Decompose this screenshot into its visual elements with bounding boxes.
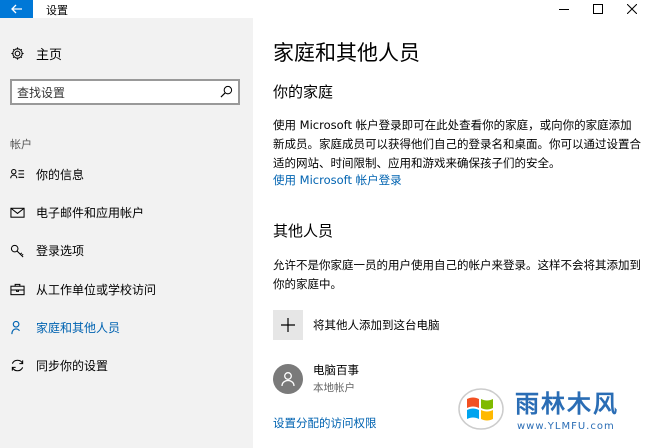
key-icon <box>10 244 23 257</box>
local-user-entry[interactable]: 电脑百事 本地帐户 <box>273 362 359 395</box>
maximize-button[interactable] <box>581 0 615 18</box>
user-info-icon <box>9 168 24 178</box>
minimize-button[interactable] <box>547 0 581 18</box>
window-title: 设置 <box>46 4 68 17</box>
person-icon <box>10 320 20 334</box>
sidebar-item-your-info[interactable]: 你的信息 <box>0 159 253 189</box>
windows-logo-icon <box>458 388 504 430</box>
title-bar: 设置 <box>0 0 649 18</box>
sidebar: 主页 帐户 你的信息 电子邮件和应用帐户 登录选项 从工作单位或学校访问 家庭和… <box>0 18 253 448</box>
others-heading: 其他人员 <box>273 222 334 240</box>
family-heading: 你的家庭 <box>273 83 334 101</box>
mail-icon <box>9 207 25 218</box>
sidebar-item-label: 电子邮件和应用帐户 <box>36 206 145 220</box>
sidebar-item-sign-in-options[interactable]: 登录选项 <box>0 235 253 265</box>
sidebar-item-work-school[interactable]: 从工作单位或学校访问 <box>0 274 253 304</box>
home-link[interactable]: 主页 <box>10 44 62 63</box>
avatar <box>273 363 303 394</box>
sidebar-item-label: 登录选项 <box>36 244 85 258</box>
watermark-url: www.YLMFU.com <box>517 421 615 432</box>
search-box[interactable] <box>10 79 240 105</box>
user-avatar-icon <box>281 371 295 386</box>
add-other-user-button[interactable]: 将其他人添加到这台电脑 <box>273 310 440 340</box>
close-icon <box>627 4 637 14</box>
sidebar-item-label: 从工作单位或学校访问 <box>36 283 157 297</box>
user-name: 电脑百事 <box>313 363 359 377</box>
family-description: 使用 Microsoft 帐户登录即可在此处查看你的家庭，或向你的家庭添加新成员… <box>273 118 641 170</box>
close-button[interactable] <box>615 0 649 18</box>
plus-icon <box>281 318 295 332</box>
sidebar-item-sync-settings[interactable]: 同步你的设置 <box>0 350 253 380</box>
add-other-user-label: 将其他人添加到这台电脑 <box>313 318 440 332</box>
watermark: 雨林木风 www.YLMFU.com <box>447 377 649 448</box>
sidebar-item-label: 同步你的设置 <box>36 359 109 373</box>
search-icon[interactable] <box>220 85 233 98</box>
back-arrow-icon <box>10 4 22 14</box>
others-description: 允许不是你家庭一员的用户使用自己的帐户来登录。这样不会将其添加到你的家庭中。 <box>273 258 641 291</box>
sidebar-item-email-accounts[interactable]: 电子邮件和应用帐户 <box>0 197 253 227</box>
briefcase-icon <box>9 283 25 295</box>
watermark-text: 雨林木风 <box>515 390 619 418</box>
page-title: 家庭和其他人员 <box>273 41 420 65</box>
home-label: 主页 <box>36 48 63 63</box>
sidebar-item-label: 家庭和其他人员 <box>36 321 121 335</box>
assigned-access-link[interactable]: 设置分配的访问权限 <box>273 415 377 431</box>
maximize-icon <box>593 4 603 14</box>
search-input[interactable] <box>17 84 212 101</box>
section-label-accounts: 帐户 <box>10 138 32 151</box>
user-account-type: 本地帐户 <box>313 382 355 394</box>
microsoft-sign-in-link[interactable]: 使用 Microsoft 帐户登录 <box>273 172 402 188</box>
minimize-icon <box>559 9 569 10</box>
sync-icon <box>11 359 23 371</box>
sidebar-item-label: 你的信息 <box>36 168 85 182</box>
gear-icon <box>11 47 24 60</box>
back-button[interactable] <box>0 0 33 18</box>
sidebar-item-family[interactable]: 家庭和其他人员 <box>0 312 253 342</box>
